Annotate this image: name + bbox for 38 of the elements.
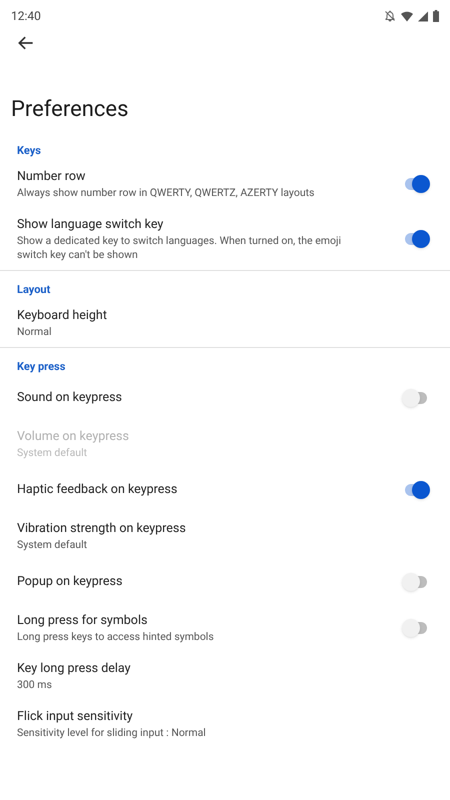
preference-item[interactable]: Flick input sensitivity Sensitivity level for sliding input : Normal xyxy=(0,700,450,748)
preference-item[interactable]: Sound on keypress xyxy=(0,376,450,420)
item-summary: System default xyxy=(17,446,88,460)
preference-item[interactable]: Haptic feedback on keypress xyxy=(0,468,450,512)
item-title: Volume on keypress xyxy=(17,428,130,446)
preference-item[interactable]: Show language switch key Show a dedicated key to switch languages. When turned on, the emoji switch key can't be shown xyxy=(0,208,450,270)
section-header: Key press xyxy=(16,359,66,375)
muted-bell-icon xyxy=(384,10,396,22)
item-summary: Always show number row in QWERTY, QWERTZ, AZERTY layouts xyxy=(17,186,316,200)
preference-item[interactable]: Popup on keypress xyxy=(0,560,450,604)
status-time: 12:40 xyxy=(11,8,41,25)
preference-item[interactable]: Long press for symbols Long press keys to access hinted symbols xyxy=(0,604,450,652)
item-title: Flick input sensitivity xyxy=(17,708,134,726)
preference-item[interactable]: Vibration strength on keypress System default xyxy=(0,512,450,560)
item-title: Long press for symbols xyxy=(17,612,148,630)
item-title: Vibration strength on keypress xyxy=(17,520,187,538)
item-title: Haptic feedback on keypress xyxy=(17,481,178,499)
section-header: Keys xyxy=(16,143,42,159)
item-summary: Long press keys to access hinted symbols xyxy=(17,630,215,644)
item-title: Keyboard height xyxy=(17,307,108,325)
wifi-icon xyxy=(401,10,413,22)
item-summary: Normal xyxy=(17,325,53,339)
item-title: Sound on keypress xyxy=(17,389,123,407)
item-title: Popup on keypress xyxy=(17,573,124,591)
item-summary: System default xyxy=(17,538,88,552)
section-header: Layout xyxy=(16,282,52,298)
signal-icon xyxy=(418,10,428,22)
item-summary: Show a dedicated key to switch languages. When turned on, the emoji switch key can't be shown xyxy=(17,234,342,262)
preference-item[interactable]: Key long press delay 300 ms xyxy=(0,652,450,700)
page-title: Preferences xyxy=(10,96,130,124)
preference-item[interactable]: Number row Always show number row in QWERTY, QWERTZ, AZERTY layouts xyxy=(0,160,450,208)
battery-icon xyxy=(433,10,439,22)
item-title: Show language switch key xyxy=(17,216,164,234)
item-summary: 300 ms xyxy=(17,678,53,692)
item-title: Number row xyxy=(17,168,86,186)
item-summary: Sensitivity level for sliding input : Normal xyxy=(17,726,207,740)
item-title: Key long press delay xyxy=(17,660,132,678)
preference-item[interactable]: Keyboard height Normal xyxy=(0,299,450,347)
